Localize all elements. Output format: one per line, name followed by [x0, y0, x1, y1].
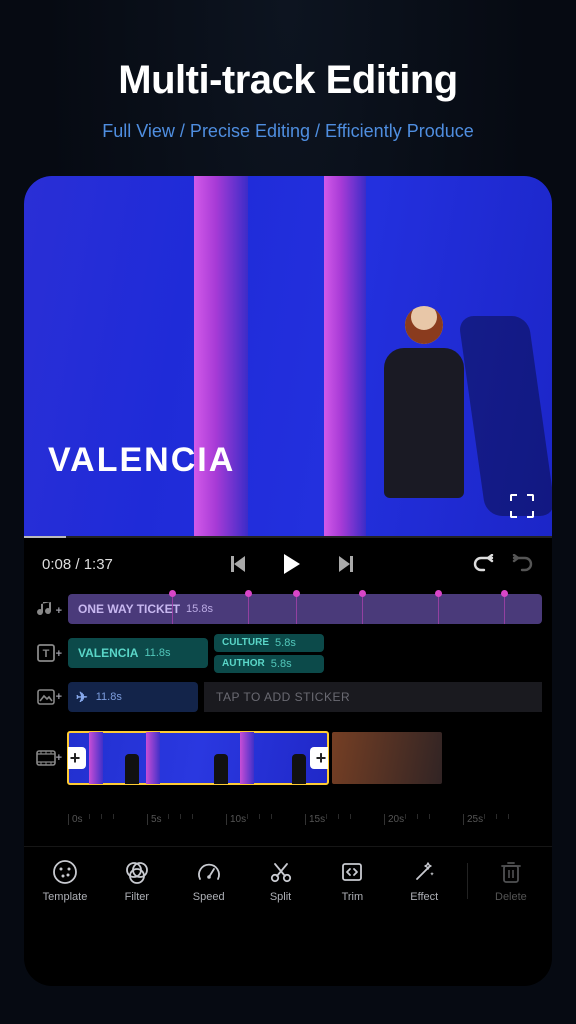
plane-icon: ✈ [76, 689, 88, 706]
svg-text:T: T [43, 648, 50, 660]
sticker-track-icon[interactable]: + [24, 689, 68, 705]
text-clip-duration: 5.8s [271, 658, 292, 670]
video-track-row: + + + 35.8s [24, 722, 552, 794]
preview-overlay-text: VALENCIA [48, 441, 235, 480]
text-clip-culture[interactable]: CULTURE 5.8s [214, 634, 324, 652]
text-clip-author[interactable]: AUTHOR 5.8s [214, 655, 324, 673]
text-track-icon[interactable]: T + [24, 644, 68, 662]
ruler-tick: 15s [305, 814, 384, 825]
tool-label: Trim [342, 891, 364, 903]
next-button[interactable] [333, 551, 359, 577]
tool-label: Speed [193, 891, 225, 903]
text-clip-title: CULTURE [222, 637, 269, 648]
prev-button[interactable] [225, 551, 251, 577]
ruler-tick: 0s [68, 814, 147, 825]
text-clip-title: AUTHOR [222, 658, 265, 669]
music-track-row: + ONE WAY TICKET 15.8s [24, 590, 552, 628]
ruler-tick: 20s [384, 814, 463, 825]
filter-button[interactable]: Filter [106, 859, 168, 903]
play-button[interactable] [279, 551, 305, 577]
delete-button[interactable]: Delete [480, 859, 542, 903]
ruler-tick: 10s [226, 814, 305, 825]
effect-button[interactable]: Effect [393, 859, 455, 903]
tool-label: Delete [495, 891, 527, 903]
speed-button[interactable]: Speed [178, 859, 240, 903]
music-track-icon[interactable]: + [24, 599, 68, 619]
time-display: 0:08 / 1:37 [42, 556, 113, 573]
undo-button[interactable] [472, 551, 498, 577]
text-track-row: T + VALENCIA 11.8s CULTURE 5.8s AUTHOR 5… [24, 634, 552, 672]
video-track-icon[interactable]: + [24, 750, 68, 766]
video-clip-2[interactable] [332, 732, 442, 784]
sticker-clip-duration: 11.8s [96, 691, 122, 703]
redo-button[interactable] [508, 551, 534, 577]
clip-handle-right[interactable]: + [310, 747, 328, 769]
transport-bar: 0:08 / 1:37 [24, 538, 552, 590]
ruler-tick: 5s [147, 814, 226, 825]
template-button[interactable]: Template [34, 859, 96, 903]
ruler-tick: 25s [463, 814, 542, 825]
music-clip[interactable]: ONE WAY TICKET 15.8s [68, 594, 542, 624]
music-clip-title: ONE WAY TICKET [78, 602, 180, 616]
text-clip-title: VALENCIA [78, 646, 138, 660]
music-clip-duration: 15.8s [186, 603, 213, 615]
toolbar-separator [467, 863, 468, 899]
text-clip-valencia[interactable]: VALENCIA 11.8s [68, 638, 208, 668]
split-button[interactable]: Split [250, 859, 312, 903]
tool-label: Filter [125, 891, 149, 903]
tool-label: Template [43, 891, 88, 903]
text-clip-duration: 11.8s [144, 647, 170, 659]
hero-title: Multi-track Editing [0, 0, 576, 103]
editor-screen: VALENCIA 0:08 / 1:37 + [24, 176, 552, 986]
sticker-clip[interactable]: ✈ 11.8s [68, 682, 198, 712]
trim-button[interactable]: Trim [321, 859, 383, 903]
clip-handle-left[interactable]: + [68, 747, 86, 769]
tool-label: Effect [410, 891, 438, 903]
video-preview[interactable]: VALENCIA [24, 176, 552, 536]
fullscreen-icon[interactable] [510, 494, 534, 518]
sticker-track-row: + ✈ 11.8s TAP TO ADD STICKER [24, 678, 552, 716]
bottom-toolbar: Template Filter Speed Split Trim Effect [24, 846, 552, 903]
add-sticker-prompt[interactable]: TAP TO ADD STICKER [204, 682, 542, 712]
tool-label: Split [270, 891, 291, 903]
hero-subtitle: Full View / Precise Editing / Efficientl… [0, 121, 576, 142]
text-clip-duration: 5.8s [275, 637, 296, 649]
time-ruler[interactable]: 0s 5s 10s 15s 20s 25s [24, 814, 552, 832]
video-clip-selected[interactable]: + + 35.8s [68, 732, 328, 784]
play-icon [284, 554, 300, 574]
